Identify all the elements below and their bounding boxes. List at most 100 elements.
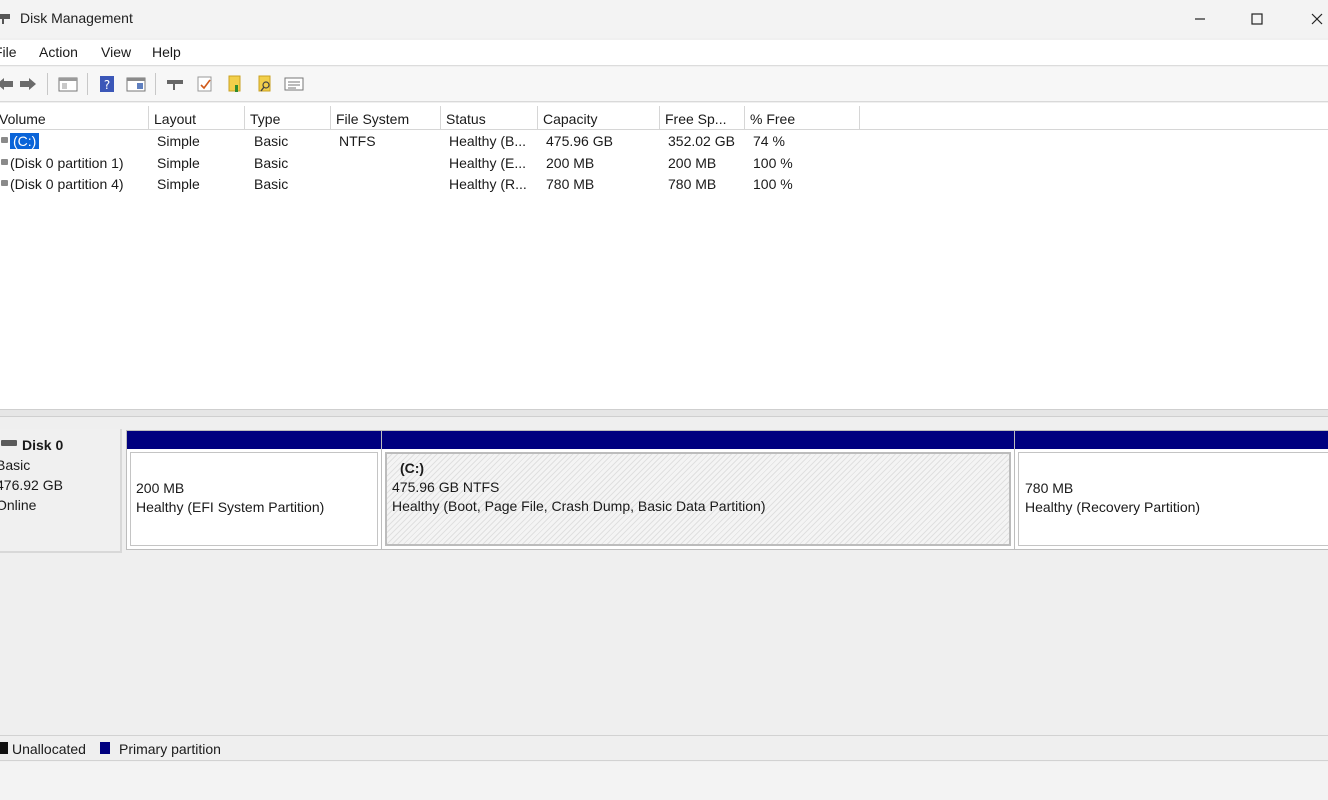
- volume-type: Basic: [254, 133, 289, 149]
- volume-type: Basic: [254, 176, 289, 192]
- column-header-free-space[interactable]: Free Sp...: [660, 106, 745, 130]
- volume-layout: Simple: [157, 176, 200, 192]
- partition-body: 200 MB Healthy (EFI System Partition): [130, 452, 378, 546]
- volume-name: (Disk 0 partition 4): [10, 176, 124, 192]
- check-button[interactable]: [194, 74, 216, 94]
- volume-layout: Simple: [157, 155, 200, 171]
- volume-status: Healthy (B...: [449, 133, 527, 149]
- window-title: Disk Management: [20, 10, 133, 26]
- check-icon: [197, 76, 212, 92]
- menu-help[interactable]: Help: [152, 44, 181, 60]
- primary-partition-bar: [382, 431, 1014, 449]
- disk-graphical-view: Disk 0 Basic 476.92 GB Online 200 MB Hea…: [0, 417, 1328, 735]
- column-header-percent-free[interactable]: % Free: [745, 106, 860, 130]
- volume-type: Basic: [254, 155, 289, 171]
- volume-percent-free: 100 %: [753, 155, 793, 171]
- menu-file[interactable]: File: [0, 44, 17, 60]
- volume-name: (Disk 0 partition 1): [10, 155, 124, 171]
- properties-icon: [126, 77, 146, 92]
- table-row[interactable]: (Disk 0 partition 1) Simple Basic Health…: [0, 153, 900, 174]
- partition-body: 780 MB Healthy (Recovery Partition): [1018, 452, 1328, 546]
- disk-name: Disk 0: [22, 437, 64, 453]
- partition-body-selected: (C:) 475.96 GB NTFS Healthy (Boot, Page …: [385, 452, 1011, 546]
- close-button[interactable]: [1289, 0, 1328, 38]
- column-header-status[interactable]: Status: [441, 106, 538, 130]
- partition-status: Healthy (Boot, Page File, Crash Dump, Ba…: [392, 498, 766, 514]
- primary-partition-bar: [127, 431, 381, 449]
- column-header-file-system[interactable]: File System: [331, 106, 441, 130]
- connect-icon: [167, 80, 183, 90]
- volume-status: Healthy (R...: [449, 176, 527, 192]
- partition-efi[interactable]: 200 MB Healthy (EFI System Partition): [126, 430, 382, 550]
- forward-button[interactable]: [17, 74, 39, 94]
- partition-size: 475.96 GB NTFS: [392, 479, 500, 495]
- volume-icon: [1, 159, 8, 165]
- folder-button[interactable]: [224, 74, 246, 94]
- maximize-button[interactable]: [1229, 0, 1285, 38]
- maximize-icon: [1251, 13, 1263, 25]
- minimize-button[interactable]: [1172, 0, 1228, 38]
- disk-icon: [1, 440, 17, 446]
- menu-view[interactable]: View: [101, 44, 131, 60]
- toolbar-separator: [47, 73, 48, 95]
- partition-c[interactable]: (C:) 475.96 GB NTFS Healthy (Boot, Page …: [381, 430, 1015, 550]
- volume-list: Volume Layout Type File System Status Ca…: [0, 103, 1328, 409]
- disk-0-label[interactable]: Disk 0 Basic 476.92 GB Online: [0, 429, 122, 553]
- console-tree-icon: [58, 77, 78, 92]
- volume-capacity: 200 MB: [546, 155, 595, 171]
- primary-partition-swatch: [100, 742, 110, 754]
- legend-unallocated: Unallocated: [12, 741, 86, 757]
- partition-recovery[interactable]: 780 MB Healthy (Recovery Partition): [1014, 430, 1328, 550]
- legend-primary-partition: Primary partition: [119, 741, 221, 757]
- volume-status: Healthy (E...: [449, 155, 527, 171]
- status-bar: [0, 762, 1328, 800]
- partition-label: (C:): [400, 460, 425, 476]
- minimize-icon: [1195, 18, 1205, 20]
- volume-percent-free: 74 %: [753, 133, 785, 149]
- table-row[interactable]: (C:) Simple Basic NTFS Healthy (B... 475…: [0, 131, 900, 152]
- toolbar-separator: [155, 73, 156, 95]
- toolbar: ?: [0, 67, 1328, 102]
- volume-name: (C:): [10, 133, 40, 149]
- volume-capacity: 475.96 GB: [546, 133, 613, 149]
- volume-layout: Simple: [157, 133, 200, 149]
- search-folder-button[interactable]: [254, 74, 276, 94]
- partition-size: 780 MB: [1025, 480, 1074, 496]
- partition-status: Healthy (EFI System Partition): [136, 499, 325, 515]
- table-row[interactable]: (Disk 0 partition 4) Simple Basic Health…: [0, 174, 900, 195]
- svg-text:?: ?: [104, 78, 110, 92]
- volume-capacity: 780 MB: [546, 176, 595, 192]
- folder-icon: [228, 75, 241, 92]
- volume-free-space: 200 MB: [668, 155, 717, 171]
- column-header-layout[interactable]: Layout: [149, 106, 245, 130]
- partition-size: 200 MB: [136, 480, 185, 496]
- menu-action[interactable]: Action: [39, 44, 78, 60]
- pane-splitter[interactable]: [0, 409, 1328, 417]
- unallocated-swatch: [0, 742, 8, 754]
- volume-file-system: NTFS: [339, 133, 376, 149]
- primary-partition-bar: [1015, 431, 1328, 449]
- disk-management-icon: [0, 14, 10, 24]
- list-button[interactable]: [283, 74, 305, 94]
- back-button[interactable]: [0, 74, 16, 94]
- volume-icon: [1, 137, 8, 143]
- volume-free-space: 780 MB: [668, 176, 717, 192]
- column-header-capacity[interactable]: Capacity: [538, 106, 660, 130]
- help-button[interactable]: ?: [96, 74, 118, 94]
- partition-status: Healthy (Recovery Partition): [1025, 499, 1201, 515]
- search-folder-icon: [258, 75, 271, 92]
- connect-button[interactable]: [164, 74, 186, 94]
- help-icon: ?: [100, 76, 114, 92]
- list-header: Volume Layout Type File System Status Ca…: [0, 106, 1328, 130]
- disk-state: Online: [0, 497, 37, 513]
- volume-icon: [1, 180, 8, 186]
- properties-button[interactable]: [125, 74, 147, 94]
- volume-percent-free: 100 %: [753, 176, 793, 192]
- column-header-type[interactable]: Type: [245, 106, 331, 130]
- toolbar-separator: [87, 73, 88, 95]
- console-tree-button[interactable]: [57, 74, 79, 94]
- column-header-volume[interactable]: Volume: [0, 106, 149, 130]
- back-arrow-icon: [0, 78, 13, 90]
- legend: Unallocated Primary partition: [0, 735, 1328, 761]
- list-icon: [284, 77, 304, 91]
